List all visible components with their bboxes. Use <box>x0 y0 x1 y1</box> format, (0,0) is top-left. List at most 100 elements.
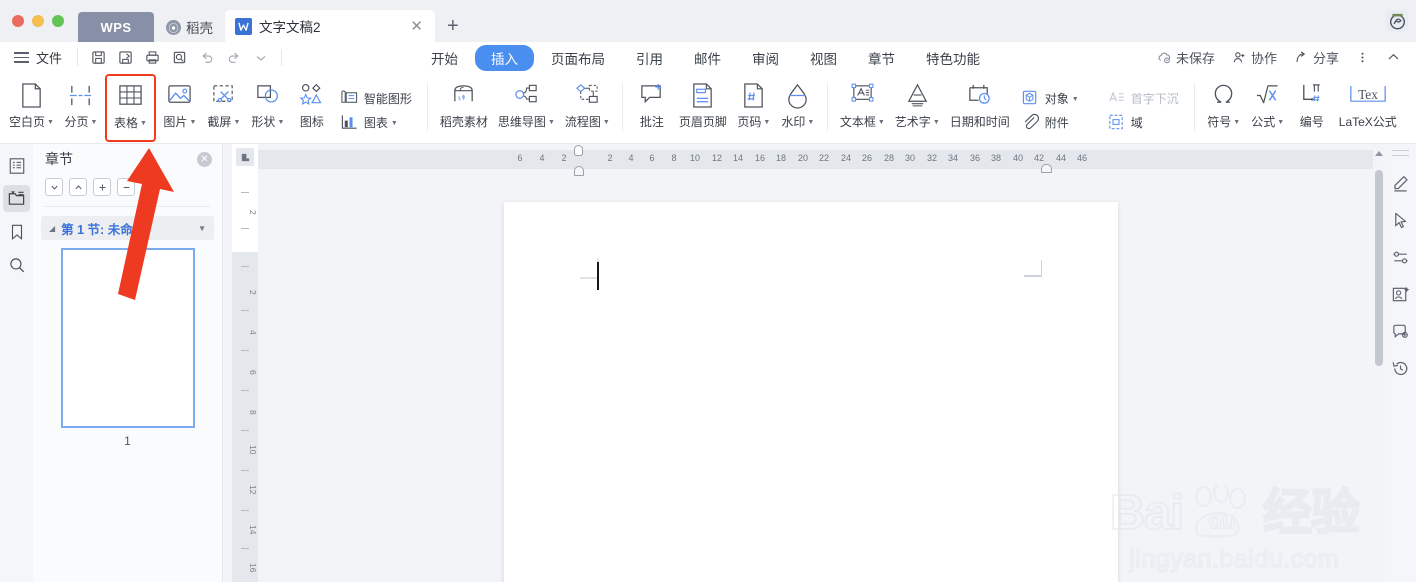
save-icon[interactable] <box>85 46 112 70</box>
chevron-down-icon: ▼ <box>1277 119 1285 126</box>
tab-insert[interactable]: 插入 <box>475 44 535 71</box>
daoke-tab[interactable]: ⦿ 稻壳 <box>154 12 225 42</box>
insert-field-button[interactable]: 域 <box>1101 110 1187 134</box>
insert-comment-button[interactable]: 批注 <box>630 73 674 139</box>
history-revert-icon[interactable] <box>1389 356 1413 380</box>
flowchart-button[interactable]: 流程图 ▼ <box>560 73 615 139</box>
print-icon[interactable] <box>139 46 166 70</box>
more-vertical-icon[interactable] <box>1349 48 1376 67</box>
insert-icons-button[interactable]: 图标 <box>290 73 334 139</box>
new-tab-button[interactable]: + <box>435 10 471 42</box>
chapter-section-item[interactable]: ◢ 第 1 节: 未命名 ▼ <box>41 216 214 240</box>
outline-icon[interactable] <box>3 152 30 179</box>
flowchart-icon <box>574 80 601 110</box>
customize-qat-icon[interactable] <box>247 46 274 70</box>
insert-numbering-button[interactable]: 编号 <box>1290 73 1334 139</box>
collaborate-button[interactable]: 协作 <box>1225 46 1284 69</box>
insert-attachment-button[interactable]: 附件 <box>1015 110 1101 134</box>
scroll-up-arrow-icon[interactable] <box>1373 146 1385 161</box>
date-time-button[interactable]: 日期和时间 <box>945 73 1015 139</box>
unsaved-status[interactable]: 未保存 <box>1150 46 1222 69</box>
smartart-button[interactable]: 智能图形 <box>334 86 420 110</box>
close-icon[interactable]: ✕ <box>406 19 427 34</box>
tab-sections[interactable]: 章节 <box>854 45 909 71</box>
daoke-material-button[interactable]: 稻壳素材 <box>435 73 493 139</box>
wps-writer-window: WPS ⦿ 稻壳 文字文稿2 ✕ + 文件 开始 插入 页面布局 引用 邮件 审… <box>0 0 1416 582</box>
insert-formula-button[interactable]: 公式 ▼ <box>1246 73 1290 139</box>
vertical-ruler[interactable]: 2 2 4 6 8 10 12 14 16 <box>232 144 258 582</box>
scrollbar-thumb[interactable] <box>1375 170 1383 366</box>
save-as-icon[interactable] <box>112 46 139 70</box>
watermark-button[interactable]: 水印 ▼ <box>776 73 820 139</box>
ruler-tick: 2 <box>248 289 258 295</box>
move-down-icon[interactable] <box>45 178 63 196</box>
tab-view[interactable]: 视图 <box>796 45 851 71</box>
tab-review[interactable]: 审阅 <box>738 45 793 71</box>
hanging-indent-marker[interactable] <box>574 166 584 176</box>
insert-chart-button[interactable]: 图表 ▼ <box>334 110 420 134</box>
hamburger-menu-icon[interactable] <box>8 52 34 63</box>
undo-icon[interactable] <box>193 46 220 70</box>
collapse-ribbon-icon[interactable] <box>1379 48 1408 67</box>
insert-shapes-button[interactable]: 形状 ▼ <box>246 73 290 139</box>
tab-stop-selector-icon[interactable] <box>236 148 254 166</box>
window-controls <box>0 0 78 42</box>
triangle-collapse-icon[interactable]: ◢ <box>49 224 55 233</box>
insert-symbol-button[interactable]: 符号 ▼ <box>1202 73 1246 139</box>
insert-picture-button[interactable]: 图片 ▼ <box>158 73 202 139</box>
right-indent-marker[interactable] <box>1041 164 1052 173</box>
smart-portrait-icon[interactable] <box>1389 282 1413 306</box>
insert-page-break-button[interactable]: 分页 ▼ <box>59 73 103 139</box>
insert-table-button[interactable]: 表格 ▼ <box>104 74 156 142</box>
latex-formula-button[interactable]: Tex LaTeX公式 <box>1334 73 1402 139</box>
pen-edit-icon[interactable] <box>1389 171 1413 195</box>
page-thumbnail[interactable] <box>60 248 195 428</box>
tab-page-layout[interactable]: 页面布局 <box>537 45 619 71</box>
document-page[interactable] <box>504 202 1118 582</box>
ribbon-group-pages: 空白页 ▼ 分页 ▼ 表格 ▼ 图片 ▼ 截屏 ▼ 形状 ▼ 图标 <box>4 73 334 144</box>
unsaved-label: 未保存 <box>1175 51 1215 66</box>
document-tab[interactable]: 文字文稿2 ✕ <box>225 10 435 42</box>
ribbon-label: 域 <box>1130 115 1143 130</box>
tab-mailings[interactable]: 邮件 <box>680 45 735 71</box>
print-preview-icon[interactable] <box>166 46 193 70</box>
wps-app-logo-icon[interactable] <box>1386 10 1408 32</box>
move-up-icon[interactable] <box>69 178 87 196</box>
share-button[interactable]: 分享 <box>1287 46 1346 69</box>
redo-icon[interactable] <box>220 46 247 70</box>
text-box-button[interactable]: 文本框 ▼ <box>835 73 890 139</box>
ai-assistant-icon[interactable] <box>1389 319 1413 343</box>
delete-section-icon[interactable] <box>117 178 135 196</box>
maximize-window-button[interactable] <box>52 15 64 27</box>
insert-object-button[interactable]: 对象 ▼ <box>1015 86 1101 110</box>
cursor-select-icon[interactable] <box>1389 208 1413 232</box>
settings-sliders-icon[interactable] <box>1389 245 1413 269</box>
close-circle-icon[interactable]: ✕ <box>197 151 212 167</box>
bookmark-icon[interactable] <box>3 218 30 245</box>
chapter-section-label: 第 1 节: 未命名 <box>61 222 146 237</box>
ribbon-label: 页码 <box>737 115 762 129</box>
screenshot-button[interactable]: 截屏 ▼ <box>202 73 246 139</box>
close-window-button[interactable] <box>12 15 24 27</box>
tab-references[interactable]: 引用 <box>622 45 677 71</box>
drop-cap-button[interactable]: 首字下沉 <box>1101 86 1187 110</box>
page-number-button[interactable]: 页码 ▼ <box>732 73 776 139</box>
insert-blank-page-button[interactable]: 空白页 ▼ <box>4 73 59 139</box>
file-menu-button[interactable]: 文件 <box>34 48 70 67</box>
wps-home-tab[interactable]: WPS <box>78 12 154 42</box>
chevron-down-icon[interactable]: ▼ <box>198 224 206 233</box>
wordart-button[interactable]: 艺术字 ▼ <box>890 73 945 139</box>
chapter-panel-icon[interactable] <box>3 185 30 212</box>
add-section-icon[interactable] <box>93 178 111 196</box>
smartart-icon <box>341 90 358 103</box>
header-footer-button[interactable]: 页眉页脚 <box>674 73 732 139</box>
tab-special-features[interactable]: 特色功能 <box>912 45 994 71</box>
comment-icon <box>638 80 665 110</box>
tab-start[interactable]: 开始 <box>417 45 472 71</box>
first-line-indent-marker[interactable] <box>574 145 583 156</box>
search-icon[interactable] <box>3 251 30 278</box>
minimize-window-button[interactable] <box>32 15 44 27</box>
horizontal-ruler[interactable]: 6 4 2 2 4 6 8 10 12 14 16 18 20 22 24 26… <box>258 145 1385 176</box>
mindmap-button[interactable]: 思维导图 ▼ <box>493 73 560 139</box>
vertical-scrollbar[interactable] <box>1373 144 1385 582</box>
